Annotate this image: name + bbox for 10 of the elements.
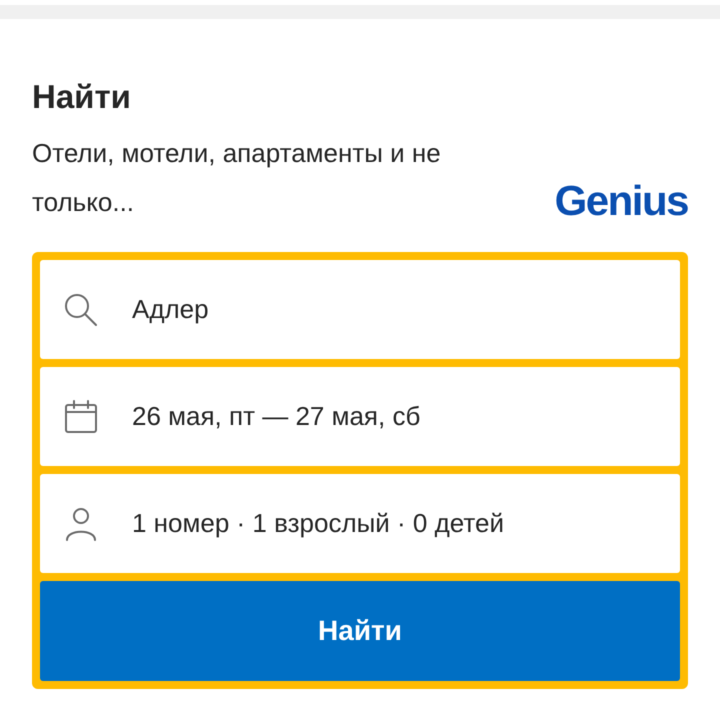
calendar-icon: [64, 400, 98, 434]
guests-field[interactable]: 1 номер · 1 взрослый · 0 детей: [40, 474, 680, 573]
person-icon: [64, 506, 98, 540]
subtitle: Отели, мотели, апартаменты и не только...: [32, 137, 442, 219]
destination-field[interactable]: Адлер: [40, 260, 680, 359]
logo: Genius: [554, 179, 688, 223]
search-icon: [64, 292, 98, 326]
date-field[interactable]: 26 мая, пт — 27 мая, сб: [40, 367, 680, 466]
heading: Найти: [32, 77, 132, 117]
search-button[interactable]: Найти: [40, 581, 680, 681]
